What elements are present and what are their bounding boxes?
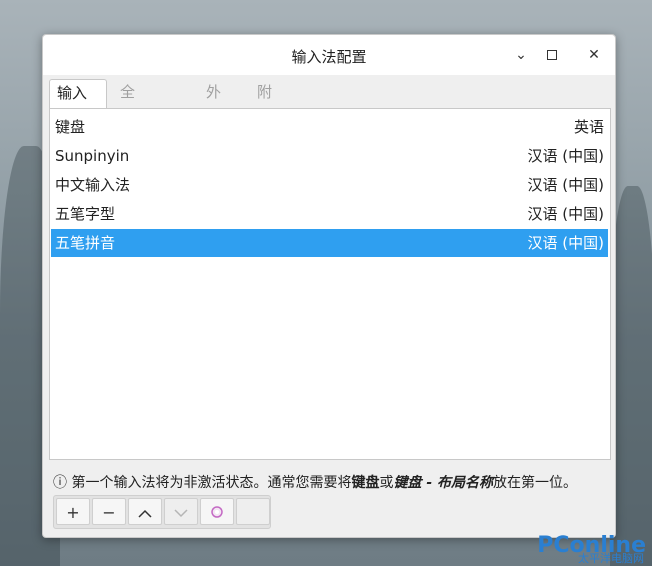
remove-button[interactable]: − [92,498,126,525]
configure-button[interactable] [200,498,234,525]
move-up-button[interactable] [128,498,162,525]
input-method-config-window: 输入法配置 ⌄ ✕ 输入法 全局配置 外观 附加组件 键盘 英语 Sunpiny… [42,34,616,538]
list-item-name: 五笔字型 [55,205,116,223]
input-method-list: 键盘 英语 Sunpinyin 汉语 (中国) 中文输入法 汉语 (中国) 五笔… [49,108,611,460]
tab-global-config[interactable]: 全局配置 [113,79,142,179]
close-icon: ✕ [588,47,600,63]
info-text-part1: 第一个输入法将为非激活状态。通常您需要将 [71,475,352,491]
list-header-row: 键盘 英语 [51,113,608,141]
minimize-button[interactable]: ⌄ [509,43,533,67]
background-tree [610,186,652,566]
move-down-button[interactable] [164,498,198,525]
tab-addons[interactable]: 附加组件 [250,79,279,179]
keyboard-layout-button[interactable] [236,498,270,525]
list-header-lang: 英语 [573,118,604,136]
info-text-bold-keyboard: 键盘 [351,475,380,491]
info-message: ⓘ 第一个输入法将为非激活状态。通常您需要将键盘或键盘 - 布局名称放在第一位。 [53,472,577,492]
list-item-lang: 汉语 (中国) [527,147,604,165]
list-item-name: Sunpinyin [55,147,130,165]
plus-icon: + [66,503,80,522]
tab-appearance[interactable]: 外观 [199,79,228,127]
info-icon: ⓘ [53,475,67,491]
info-text-part3: 放在第一位。 [493,475,578,491]
chevron-up-icon [138,509,152,518]
list-item-selected[interactable]: 五笔拼音 汉语 (中国) [51,229,608,257]
chevron-down-icon: ⌄ [515,47,527,63]
add-button[interactable]: + [56,498,90,525]
list-item-lang: 汉语 (中国) [527,234,604,252]
minus-icon: − [102,503,116,522]
configure-icon [211,506,223,518]
list-item[interactable]: Sunpinyin 汉语 (中国) [51,142,608,170]
info-text-bold-layout: 键盘 - 布局名称 [393,475,494,491]
list-item-lang: 汉语 (中国) [527,176,604,194]
titlebar: 输入法配置 ⌄ ✕ [43,35,615,75]
list-item[interactable]: 五笔字型 汉语 (中国) [51,200,608,228]
info-text-part2: 或 [379,475,394,491]
tab-input-method[interactable]: 输入法 [49,79,107,128]
close-button[interactable]: ✕ [582,43,606,67]
list-header-name: 键盘 [55,118,86,136]
maximize-button[interactable] [540,43,564,67]
maximize-icon [547,50,557,60]
chevron-down-icon [174,509,188,518]
list-item-lang: 汉语 (中国) [527,205,604,223]
list-item-name: 五笔拼音 [55,234,116,252]
list-item-name: 中文输入法 [55,176,131,194]
list-item[interactable]: 中文输入法 汉语 (中国) [51,171,608,199]
list-toolbar: + − [53,495,271,529]
watermark-subtitle: 太平洋电脑网 [578,552,644,565]
